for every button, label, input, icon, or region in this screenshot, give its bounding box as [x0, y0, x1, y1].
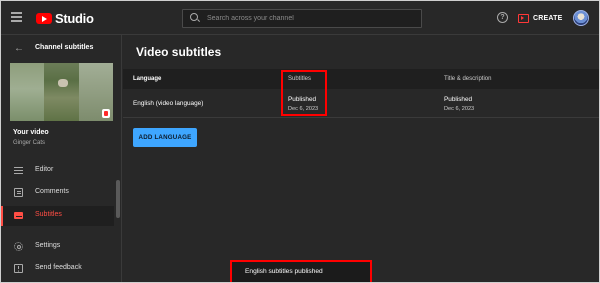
sidebar-title: Channel subtitles: [35, 44, 94, 51]
title-date: Dec 6, 2023: [444, 106, 475, 112]
add-language-button[interactable]: ADD LANGUAGE: [133, 128, 197, 147]
back-arrow-icon[interactable]: ←: [14, 44, 24, 54]
comments-icon: [14, 188, 23, 197]
sidebar-item-label: Send feedback: [35, 264, 82, 271]
subtitles-icon: [14, 212, 23, 219]
menu-icon[interactable]: [11, 12, 22, 22]
table-header: Language Subtitles Title & description: [123, 69, 599, 89]
search-icon[interactable]: [190, 13, 198, 21]
search-box[interactable]: [182, 9, 422, 28]
language-cell: English (video language): [133, 100, 204, 107]
table-row[interactable]: English (video language) Published Dec 6…: [123, 89, 599, 118]
sidebar-item-label: Comments: [35, 188, 69, 195]
avatar[interactable]: [573, 10, 589, 26]
create-video-icon: [518, 13, 529, 23]
sidebar-item-send-feedback[interactable]: Send feedback: [1, 259, 114, 279]
title-status[interactable]: Published: [444, 96, 472, 103]
sidebar-item-label: Subtitles: [35, 211, 62, 218]
sidebar-item-label: Editor: [35, 166, 54, 173]
gear-icon: [14, 242, 23, 251]
subtitles-column-highlight: [281, 70, 327, 116]
subtitles-table: Language Subtitles Title & description E…: [123, 69, 599, 118]
page-title: Video subtitles: [136, 45, 222, 59]
feedback-icon: [14, 264, 23, 273]
editor-icon: [14, 167, 23, 174]
sidebar: ← Channel subtitles Your video Ginger Ca…: [1, 35, 122, 282]
sidebar-item-settings[interactable]: Settings: [1, 237, 114, 257]
create-button[interactable]: CREATE: [518, 10, 562, 26]
sidebar-scrollbar[interactable]: [116, 180, 120, 218]
logo-text: Studio: [55, 11, 94, 26]
help-icon[interactable]: ?: [497, 12, 508, 23]
studio-logo[interactable]: Studio: [36, 11, 94, 26]
video-label: Your video: [13, 129, 49, 136]
column-title-description: Title & description: [444, 76, 492, 82]
sidebar-item-subtitles[interactable]: Subtitles: [1, 206, 114, 226]
top-bar: Studio ? CREATE: [1, 1, 599, 35]
sidebar-item-editor[interactable]: Editor: [1, 161, 114, 181]
shorts-icon: [102, 109, 110, 118]
search-input[interactable]: [207, 10, 412, 27]
create-label: CREATE: [533, 14, 563, 22]
youtube-logo-icon: [36, 13, 52, 24]
sidebar-item-label: Settings: [35, 242, 61, 249]
sidebar-item-comments[interactable]: Comments: [1, 183, 114, 203]
studio-window: Studio ? CREATE ← Channel subtitles Your…: [0, 0, 600, 283]
toast-notification: English subtitles published: [230, 260, 372, 282]
toast-text: English subtitles published: [245, 268, 323, 275]
column-language: Language: [133, 76, 162, 82]
channel-name: Ginger Cats: [13, 140, 46, 146]
video-thumbnail[interactable]: [10, 63, 113, 121]
